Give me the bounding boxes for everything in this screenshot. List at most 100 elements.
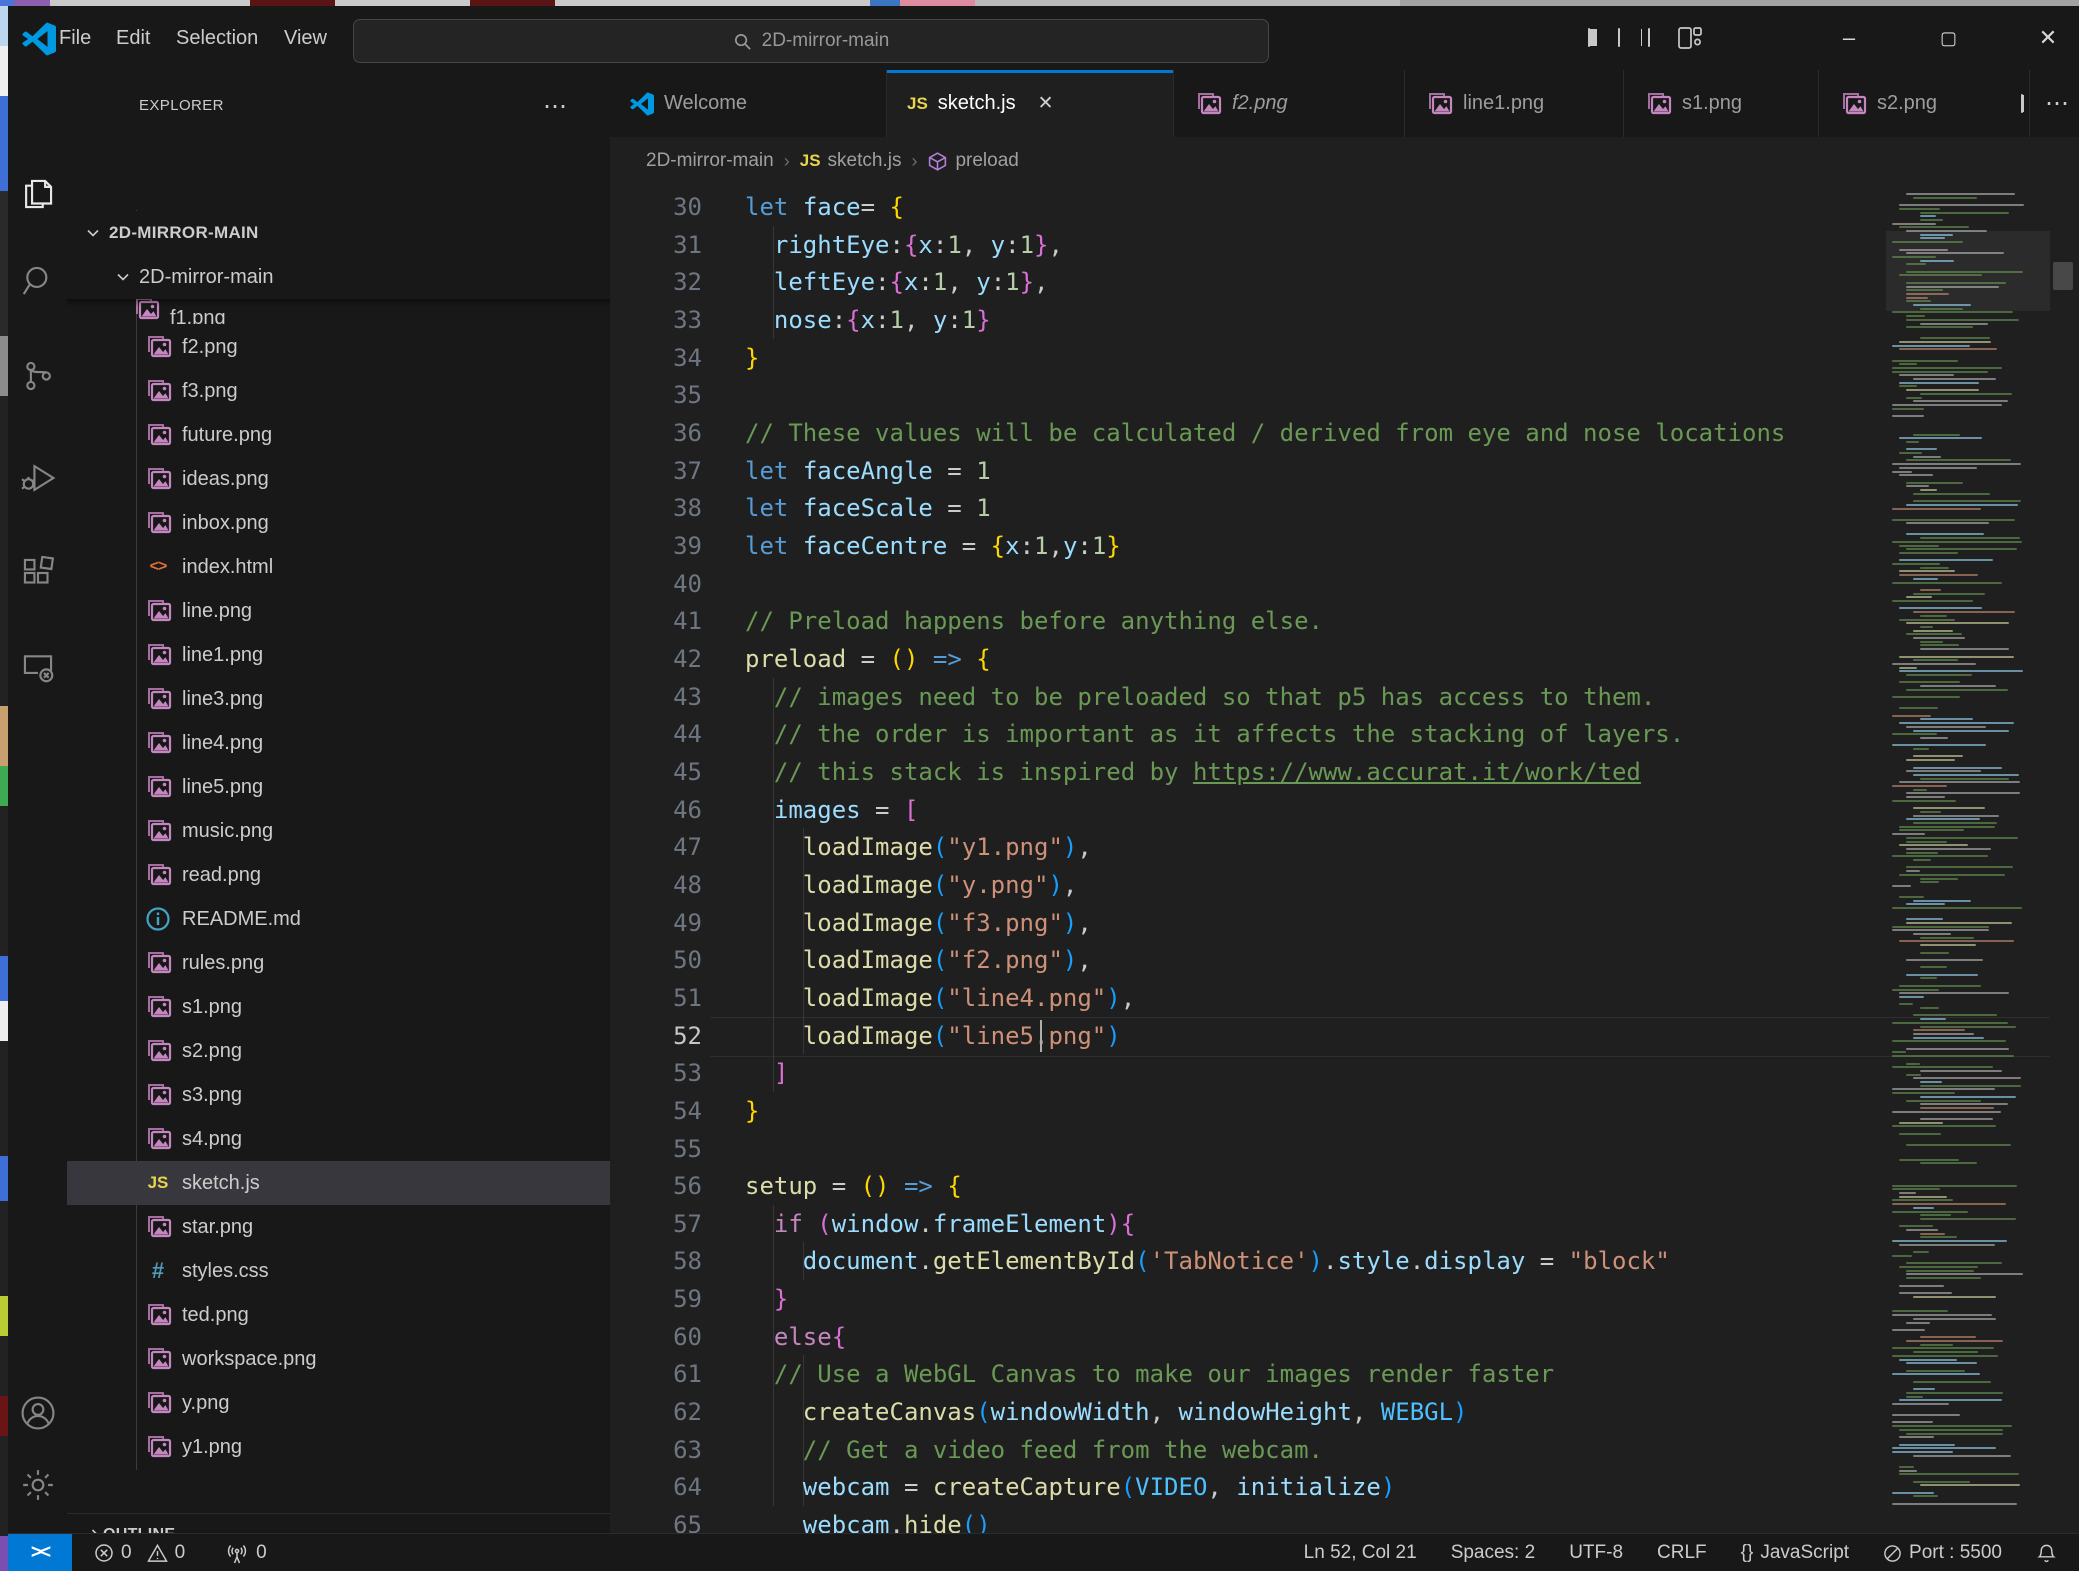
activitybar-explorer[interactable] <box>8 159 67 229</box>
file-item-line.png[interactable]: line.png <box>67 589 610 633</box>
code-line-39[interactable]: 39let faceCentre = {x:1,y:1} <box>610 527 2079 565</box>
toggle-panel-icon[interactable] <box>1618 29 1620 47</box>
tab-sketch-js[interactable]: JSsketch.js✕ <box>887 70 1174 137</box>
code-line-62[interactable]: 62 createCanvas(windowWidth, windowHeigh… <box>610 1393 2079 1431</box>
encoding-status[interactable]: UTF-8 <box>1569 1542 1623 1564</box>
minimap[interactable] <box>1886 185 2050 1533</box>
file-item-sketch.js[interactable]: JSsketch.js <box>67 1161 610 1205</box>
code-line-46[interactable]: 46 images = [ <box>610 791 2079 829</box>
tab-s1-png[interactable]: s1.png <box>1624 70 1819 137</box>
file-item-future.png[interactable]: future.png <box>67 413 610 457</box>
file-item-y1.png[interactable]: y1.png <box>67 1425 610 1469</box>
code-line-57[interactable]: 57 if (window.frameElement){ <box>610 1205 2079 1243</box>
code-line-55[interactable]: 55 <box>610 1130 2079 1168</box>
code-line-44[interactable]: 44 // the order is important as it affec… <box>610 715 2079 753</box>
file-item-ted.png[interactable]: ted.png <box>67 1293 610 1337</box>
file-item-line5.png[interactable]: line5.png <box>67 765 610 809</box>
editor-more-actions-icon[interactable]: ⋯ <box>2045 89 2071 118</box>
close-button[interactable]: ✕ <box>2017 6 2079 70</box>
code-line-47[interactable]: 47 loadImage("y1.png"), <box>610 828 2079 866</box>
command-center-search[interactable]: 2D-mirror-main <box>353 19 1269 63</box>
activitybar-extensions[interactable] <box>8 538 67 608</box>
file-item-s1.png[interactable]: s1.png <box>67 985 610 1029</box>
close-tab-icon[interactable]: ✕ <box>1038 92 1054 115</box>
maximize-button[interactable]: ▢ <box>1918 6 1980 70</box>
code-line-60[interactable]: 60 else{ <box>610 1318 2079 1356</box>
code-line-53[interactable]: 53 ] <box>610 1054 2079 1092</box>
code-line-37[interactable]: 37let faceAngle = 1 <box>610 452 2079 490</box>
breadcrumb-item-2D-mirror-main[interactable]: 2D-mirror-main <box>646 150 774 172</box>
code-line-45[interactable]: 45 // this stack is inspired by https://… <box>610 753 2079 791</box>
file-item-s2.png[interactable]: s2.png <box>67 1029 610 1073</box>
notifications-bell-icon[interactable] <box>2036 1543 2057 1564</box>
file-item-s4.png[interactable]: s4.png <box>67 1117 610 1161</box>
code-line-34[interactable]: 34} <box>610 339 2079 377</box>
code-line-56[interactable]: 56setup = () => { <box>610 1167 2079 1205</box>
file-item-f3.png[interactable]: f3.png <box>67 369 610 413</box>
file-item-index.html[interactable]: <>index.html <box>67 545 610 589</box>
code-line-40[interactable]: 40 <box>610 565 2079 603</box>
code-line-65[interactable]: 65 webcam.hide() <box>610 1506 2079 1533</box>
tab-f2-png[interactable]: f2.png <box>1174 70 1405 137</box>
file-item-music.png[interactable]: music.png <box>67 809 610 853</box>
remote-indicator[interactable]: >< <box>8 1534 72 1571</box>
code-line-41[interactable]: 41// Preload happens before anything els… <box>610 602 2079 640</box>
problems-status[interactable]: 0 0 <box>94 1542 185 1564</box>
file-item-README.md[interactable]: README.md <box>67 897 610 941</box>
activitybar-settings[interactable] <box>8 1450 67 1520</box>
code-line-54[interactable]: 54} <box>610 1092 2079 1130</box>
activitybar-live-preview[interactable] <box>8 632 67 702</box>
code-line-36[interactable]: 36// These values will be calculated / d… <box>610 414 2079 452</box>
file-item-s3.png[interactable]: s3.png <box>67 1073 610 1117</box>
customize-layout-icon[interactable] <box>1678 27 1702 49</box>
activitybar-source-control[interactable] <box>8 341 67 411</box>
breadcrumb-item-sketch-js[interactable]: JSsketch.js <box>800 150 902 172</box>
file-item-ideas.png[interactable]: ideas.png <box>67 457 610 501</box>
code-line-59[interactable]: 59 } <box>610 1280 2079 1318</box>
vertical-scrollbar[interactable] <box>2053 262 2073 290</box>
code-line-64[interactable]: 64 webcam = createCapture(VIDEO, initial… <box>610 1468 2079 1506</box>
file-item-line3.png[interactable]: line3.png <box>67 677 610 721</box>
tab-s2-png[interactable]: s2.png <box>1819 70 2030 137</box>
code-line-48[interactable]: 48 loadImage("y.png"), <box>610 866 2079 904</box>
sidebar-section-outline[interactable]: OUTLINE <box>67 1513 610 1533</box>
code-line-42[interactable]: 42preload = () => { <box>610 640 2079 678</box>
split-editor-icon[interactable] <box>2021 95 2023 113</box>
code-line-49[interactable]: 49 loadImage("f3.png"), <box>610 904 2079 942</box>
explorer-more-actions-icon[interactable]: ⋯ <box>543 92 569 121</box>
menu-file[interactable]: File <box>46 6 104 70</box>
code-line-58[interactable]: 58 document.getElementById('TabNotice').… <box>610 1242 2079 1280</box>
toggle-secondary-sidebar-icon[interactable] <box>1648 29 1650 47</box>
toggle-sidebar-icon[interactable] <box>1588 29 1590 47</box>
tree-folder[interactable]: 2D-mirror-main <box>67 255 610 299</box>
code-line-61[interactable]: 61 // Use a WebGL Canvas to make our ima… <box>610 1355 2079 1393</box>
file-item-inbox.png[interactable]: inbox.png <box>67 501 610 545</box>
code-line-43[interactable]: 43 // images need to be preloaded so tha… <box>610 678 2079 716</box>
eol-status[interactable]: CRLF <box>1657 1542 1707 1564</box>
code-line-31[interactable]: 31 rightEye:{x:1, y:1}, <box>610 226 2079 264</box>
file-item-read.png[interactable]: read.png <box>67 853 610 897</box>
code-line-30[interactable]: 30let face= { <box>610 188 2079 226</box>
code-line-35[interactable]: 35 <box>610 376 2079 414</box>
code-line-63[interactable]: 63 // Get a video feed from the webcam. <box>610 1431 2079 1469</box>
file-item-y.png[interactable]: y.png <box>67 1381 610 1425</box>
menu-edit[interactable]: Edit <box>103 6 163 70</box>
menu-selection[interactable]: Selection <box>163 6 271 70</box>
ports-status[interactable]: 0 <box>225 1542 267 1564</box>
code-line-32[interactable]: 32 leftEye:{x:1, y:1}, <box>610 263 2079 301</box>
port-status[interactable]: Port : 5500 <box>1883 1542 2002 1564</box>
code-line-50[interactable]: 50 loadImage("f2.png"), <box>610 941 2079 979</box>
language-status[interactable]: {} JavaScript <box>1741 1542 1849 1564</box>
tab-line1-png[interactable]: line1.png <box>1405 70 1624 137</box>
breadcrumb-item-preload[interactable]: preload <box>927 150 1018 172</box>
tab-Welcome[interactable]: Welcome <box>610 70 887 137</box>
indentation-status[interactable]: Spaces: 2 <box>1451 1542 1536 1564</box>
code-line-52[interactable]: 52 loadImage("line5.png") <box>610 1017 2079 1055</box>
file-item-styles.css[interactable]: #styles.css <box>67 1249 610 1293</box>
file-item-line1.png[interactable]: line1.png <box>67 633 610 677</box>
code-line-33[interactable]: 33 nose:{x:1, y:1} <box>610 301 2079 339</box>
activitybar-run-and-debug[interactable] <box>8 443 67 513</box>
code-line-38[interactable]: 38let faceScale = 1 <box>610 489 2079 527</box>
file-item-line4.png[interactable]: line4.png <box>67 721 610 765</box>
activitybar-accounts[interactable] <box>8 1378 67 1448</box>
